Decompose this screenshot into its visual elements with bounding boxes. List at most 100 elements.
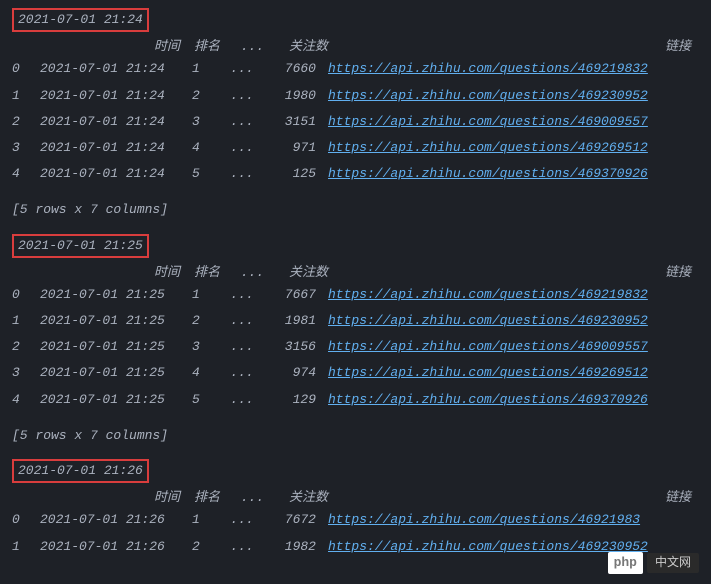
header-follow: 关注数 xyxy=(264,489,328,507)
question-link[interactable]: https://api.zhihu.com/questions/46900955… xyxy=(328,114,648,129)
row-rank: 2 xyxy=(180,87,220,105)
row-link: https://api.zhihu.com/questions/46921983 xyxy=(328,511,699,529)
table-row: 1 2021-07-01 21:26 2 ... 1982 https://ap… xyxy=(12,538,699,556)
timestamp-highlight: 2021-07-01 21:24 xyxy=(12,8,149,32)
row-index: 4 xyxy=(12,391,40,409)
row-time: 2021-07-01 21:25 xyxy=(40,364,180,382)
table-row: 3 2021-07-01 21:24 4 ... 971 https://api… xyxy=(12,139,699,157)
row-index: 2 xyxy=(12,338,40,356)
row-ellipsis: ... xyxy=(220,511,264,529)
row-rank: 5 xyxy=(180,165,220,183)
row-time: 2021-07-01 21:26 xyxy=(40,538,180,556)
question-link[interactable]: https://api.zhihu.com/questions/46923095… xyxy=(328,313,648,328)
row-index: 3 xyxy=(12,364,40,382)
row-rank: 4 xyxy=(180,364,220,382)
header-follow: 关注数 xyxy=(264,264,328,282)
row-ellipsis: ... xyxy=(220,113,264,131)
row-index: 0 xyxy=(12,286,40,304)
row-follow: 129 xyxy=(264,391,328,409)
row-follow: 125 xyxy=(264,165,328,183)
row-time: 2021-07-01 21:25 xyxy=(40,312,180,330)
row-index: 2 xyxy=(12,113,40,131)
row-rank: 5 xyxy=(180,391,220,409)
row-rank: 3 xyxy=(180,113,220,131)
table-row: 4 2021-07-01 21:25 5 ... 129 https://api… xyxy=(12,391,699,409)
row-follow: 974 xyxy=(264,364,328,382)
question-link[interactable]: https://api.zhihu.com/questions/46926951… xyxy=(328,140,648,155)
timestamp-highlight: 2021-07-01 21:26 xyxy=(12,459,149,483)
row-time: 2021-07-01 21:26 xyxy=(40,511,180,529)
watermark-badge: php xyxy=(608,552,643,574)
row-link: https://api.zhihu.com/questions/46937092… xyxy=(328,391,699,409)
row-time: 2021-07-01 21:24 xyxy=(40,87,180,105)
header-ellipsis: ... xyxy=(220,489,264,507)
row-ellipsis: ... xyxy=(220,538,264,556)
row-link: https://api.zhihu.com/questions/46937092… xyxy=(328,165,699,183)
row-follow: 3156 xyxy=(264,338,328,356)
row-ellipsis: ... xyxy=(220,364,264,382)
row-link: https://api.zhihu.com/questions/46926951… xyxy=(328,139,699,157)
dataframe-block: 2021-07-01 21:26 时间 排名 ... 关注数 链接 0 2021… xyxy=(12,459,699,556)
question-link[interactable]: https://api.zhihu.com/questions/46900955… xyxy=(328,339,648,354)
table-row: 2 2021-07-01 21:24 3 ... 3151 https://ap… xyxy=(12,113,699,131)
row-time: 2021-07-01 21:24 xyxy=(40,165,180,183)
row-time: 2021-07-01 21:24 xyxy=(40,60,180,78)
row-ellipsis: ... xyxy=(220,391,264,409)
table-row: 1 2021-07-01 21:25 2 ... 1981 https://ap… xyxy=(12,312,699,330)
table-header-row: 时间 排名 ... 关注数 链接 xyxy=(12,38,699,56)
row-link: https://api.zhihu.com/questions/46900955… xyxy=(328,338,699,356)
header-link: 链接 xyxy=(328,489,699,507)
question-link[interactable]: https://api.zhihu.com/questions/46921983… xyxy=(328,287,648,302)
row-rank: 1 xyxy=(180,511,220,529)
header-time: 时间 xyxy=(40,264,180,282)
question-link[interactable]: https://api.zhihu.com/questions/46923095… xyxy=(328,539,648,554)
row-link: https://api.zhihu.com/questions/46923095… xyxy=(328,312,699,330)
header-link: 链接 xyxy=(328,38,699,56)
row-index: 0 xyxy=(12,60,40,78)
row-follow: 1980 xyxy=(264,87,328,105)
row-rank: 4 xyxy=(180,139,220,157)
timestamp-highlight: 2021-07-01 21:25 xyxy=(12,234,149,258)
row-rank: 3 xyxy=(180,338,220,356)
dataframe-block: 2021-07-01 21:24 时间 排名 ... 关注数 链接 0 2021… xyxy=(12,8,699,220)
question-link[interactable]: https://api.zhihu.com/questions/46921983… xyxy=(328,61,648,76)
header-link: 链接 xyxy=(328,264,699,282)
row-index: 3 xyxy=(12,139,40,157)
dataframe-summary: [5 rows x 7 columns] xyxy=(12,201,699,219)
table-row: 4 2021-07-01 21:24 5 ... 125 https://api… xyxy=(12,165,699,183)
row-follow: 7660 xyxy=(264,60,328,78)
row-index: 1 xyxy=(12,312,40,330)
question-link[interactable]: https://api.zhihu.com/questions/46923095… xyxy=(328,88,648,103)
row-link: https://api.zhihu.com/questions/46923095… xyxy=(328,87,699,105)
question-link[interactable]: https://api.zhihu.com/questions/46921983 xyxy=(328,512,640,527)
row-follow: 7672 xyxy=(264,511,328,529)
row-follow: 1981 xyxy=(264,312,328,330)
row-ellipsis: ... xyxy=(220,312,264,330)
header-time: 时间 xyxy=(40,38,180,56)
header-follow: 关注数 xyxy=(264,38,328,56)
question-link[interactable]: https://api.zhihu.com/questions/46937092… xyxy=(328,392,648,407)
header-ellipsis: ... xyxy=(220,38,264,56)
row-index: 1 xyxy=(12,538,40,556)
question-link[interactable]: https://api.zhihu.com/questions/46937092… xyxy=(328,166,648,181)
row-follow: 3151 xyxy=(264,113,328,131)
row-rank: 1 xyxy=(180,286,220,304)
row-link: https://api.zhihu.com/questions/46921983… xyxy=(328,60,699,78)
row-ellipsis: ... xyxy=(220,87,264,105)
header-rank: 排名 xyxy=(180,264,220,282)
header-time: 时间 xyxy=(40,489,180,507)
watermark-text: 中文网 xyxy=(647,553,699,574)
question-link[interactable]: https://api.zhihu.com/questions/46926951… xyxy=(328,365,648,380)
row-time: 2021-07-01 21:25 xyxy=(40,286,180,304)
row-follow: 7667 xyxy=(264,286,328,304)
table-row: 0 2021-07-01 21:26 1 ... 7672 https://ap… xyxy=(12,511,699,529)
row-link: https://api.zhihu.com/questions/46926951… xyxy=(328,364,699,382)
watermark: php 中文网 xyxy=(608,552,699,574)
table-row: 0 2021-07-01 21:24 1 ... 7660 https://ap… xyxy=(12,60,699,78)
dataframe-summary: [5 rows x 7 columns] xyxy=(12,427,699,445)
table-row: 3 2021-07-01 21:25 4 ... 974 https://api… xyxy=(12,364,699,382)
row-link: https://api.zhihu.com/questions/46921983… xyxy=(328,286,699,304)
row-follow: 1982 xyxy=(264,538,328,556)
row-rank: 2 xyxy=(180,312,220,330)
row-time: 2021-07-01 21:24 xyxy=(40,139,180,157)
